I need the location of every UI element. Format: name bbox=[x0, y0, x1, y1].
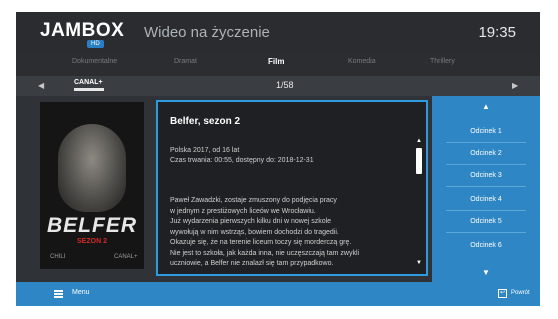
episode-item-4[interactable]: Odcinek 4 bbox=[432, 196, 540, 203]
arrow-right-icon[interactable]: ▶ bbox=[512, 81, 518, 90]
clock: 19:35 bbox=[478, 24, 516, 41]
poster-footer-left: CHILI bbox=[50, 254, 66, 260]
header: JAMBOX HD Wideo na życzenie 19:35 bbox=[16, 12, 540, 54]
episode-down-icon[interactable]: ▼ bbox=[432, 268, 540, 277]
scroll-up-icon[interactable]: ▲ bbox=[416, 138, 422, 144]
episode-list: ▲ Odcinek 1 Odcinek 2 Odcinek 3 Odcinek … bbox=[432, 96, 540, 282]
episode-item-5[interactable]: Odcinek 5 bbox=[432, 218, 540, 225]
description-line: wywołują w nim wstrząs, bowiem dochodzi … bbox=[170, 228, 339, 236]
channel-bar: ◀ CANAL+ 1/58 ▶ bbox=[16, 76, 540, 96]
description-line: uczniowie, a Belfer nie znalazł się tam … bbox=[170, 260, 334, 267]
logo-text: JAMBOX bbox=[40, 20, 125, 41]
scrollbar-thumb[interactable] bbox=[416, 148, 422, 174]
description-line: Nie jest to szkoła, jak każda inna, nie … bbox=[170, 249, 360, 257]
episode-up-icon[interactable]: ▲ bbox=[432, 102, 540, 111]
channel-logo-text: CANAL+ bbox=[74, 79, 103, 86]
menu-label[interactable]: Menu bbox=[72, 289, 90, 296]
detail-meta-line: Polska 2017, od 16 lat bbox=[170, 147, 240, 154]
divider bbox=[446, 210, 526, 211]
divider bbox=[446, 164, 526, 165]
back-icon[interactable]: ↩ bbox=[498, 289, 507, 298]
description-line: Już wydarzenia pierwszych kilku dni w no… bbox=[170, 218, 332, 225]
detail-meta-line: Czas trwania: 00:55, dostępny do: 2018-1… bbox=[170, 157, 314, 164]
detail-title: Belfer, sezon 2 bbox=[170, 116, 241, 127]
detail-panel[interactable]: Belfer, sezon 2 Polska 2017, od 16 lat C… bbox=[156, 100, 428, 276]
divider bbox=[446, 186, 526, 187]
detail-description: Paweł Zawadzki, zostaje zmuszony do podj… bbox=[170, 196, 414, 270]
divider bbox=[446, 232, 526, 233]
page-title: Wideo na życzenie bbox=[144, 24, 270, 41]
poster-title: BELFER bbox=[47, 214, 137, 237]
back-label[interactable]: Powrót bbox=[511, 290, 530, 296]
menu-icon[interactable] bbox=[54, 290, 63, 298]
tab-dokumentalne[interactable]: Dokumentalne bbox=[72, 58, 117, 65]
poster-image bbox=[58, 124, 126, 212]
description-line: Okazuje się, że na terenie liceum toczy … bbox=[170, 239, 352, 246]
arrow-left-icon[interactable]: ◀ bbox=[38, 81, 44, 90]
tv-screen: JAMBOX HD Wideo na życzenie 19:35 Dokume… bbox=[16, 12, 540, 306]
poster-subtitle: SEZON 2 bbox=[77, 238, 107, 245]
episode-item-3[interactable]: Odcinek 3 bbox=[432, 172, 540, 179]
jambox-logo: JAMBOX HD bbox=[40, 20, 124, 48]
poster-footer-right: CANAL+ bbox=[114, 254, 138, 260]
tab-komedia[interactable]: Komedia bbox=[348, 58, 376, 65]
episode-item-1[interactable]: Odcinek 1 bbox=[432, 128, 540, 135]
divider bbox=[446, 142, 526, 143]
channel-logo-bar bbox=[74, 88, 104, 91]
tab-film[interactable]: Film bbox=[268, 57, 284, 66]
detail-meta: Polska 2017, od 16 lat Czas trwania: 00:… bbox=[170, 146, 314, 166]
category-tabs: Dokumentalne Dramat Film Komedia Thrille… bbox=[16, 54, 540, 76]
episode-item-2[interactable]: Odcinek 2 bbox=[432, 150, 540, 157]
tab-dramat[interactable]: Dramat bbox=[174, 58, 197, 65]
scroll-down-icon[interactable]: ▼ bbox=[416, 260, 422, 266]
item-counter: 1/58 bbox=[276, 80, 294, 90]
tab-thrillery[interactable]: Thrillery bbox=[430, 58, 455, 65]
logo-badge: HD bbox=[87, 40, 104, 48]
episode-item-6[interactable]: Odcinek 6 bbox=[432, 242, 540, 249]
channel-logo: CANAL+ bbox=[74, 79, 112, 93]
description-line: Paweł Zawadzki, zostaje zmuszony do podj… bbox=[170, 197, 337, 204]
description-line: w jednym z prestiżowych liceów we Wrocła… bbox=[170, 207, 316, 215]
footer-bar: Menu ↩ Powrót bbox=[16, 282, 540, 306]
poster[interactable]: BELFER SEZON 2 CHILI CANAL+ bbox=[40, 102, 144, 269]
main-content: BELFER SEZON 2 CHILI CANAL+ Belfer, sezo… bbox=[16, 96, 540, 282]
